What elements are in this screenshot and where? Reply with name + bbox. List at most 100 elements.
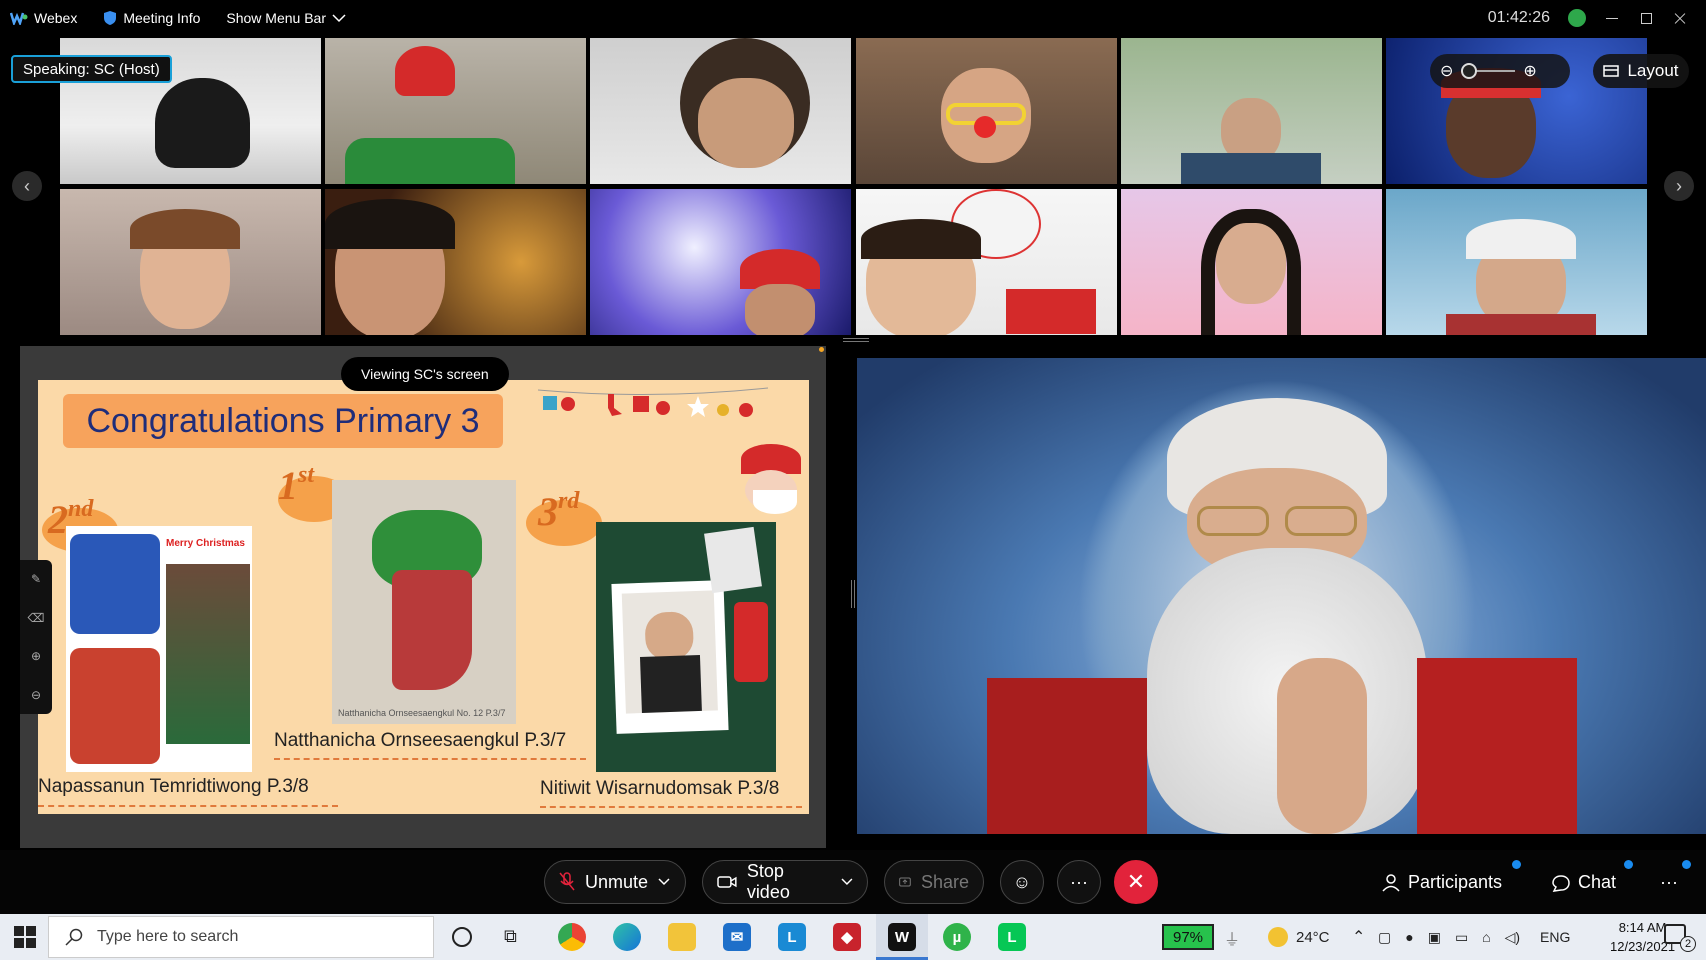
participant-video[interactable]: [590, 189, 851, 335]
language-indicator[interactable]: ENG: [1540, 914, 1570, 960]
device-icon[interactable]: ▢: [1378, 929, 1391, 946]
meeting-info-button[interactable]: Meeting Info: [103, 10, 200, 26]
zoom-out-icon[interactable]: ⊖: [31, 688, 41, 702]
participant-video[interactable]: [1121, 189, 1382, 335]
zoom-in-icon[interactable]: ⊕: [31, 649, 41, 663]
edge-icon[interactable]: [613, 923, 641, 951]
chat-button[interactable]: Chat: [1552, 872, 1616, 893]
pen-icon[interactable]: ✎: [31, 572, 41, 586]
resize-handle-vertical[interactable]: [851, 580, 855, 608]
file-explorer-icon[interactable]: [668, 923, 696, 951]
merry-text-backdrop: [1006, 289, 1096, 334]
volume-icon[interactable]: ◁): [1505, 929, 1520, 946]
webex-app-menu[interactable]: Webex: [10, 10, 77, 26]
stocking-red: [70, 648, 160, 764]
display-icon[interactable]: ▣: [1428, 929, 1441, 946]
battery-indicator[interactable]: 97%: [1162, 924, 1214, 950]
task-view-icon[interactable]: ⧉: [504, 926, 517, 947]
notification-count: 2: [1680, 936, 1696, 952]
close-icon: ✕: [1126, 869, 1146, 894]
chevron-up-icon[interactable]: ⌃: [1352, 914, 1365, 960]
taskbar-search-box[interactable]: Type here to search: [48, 916, 434, 958]
layout-button[interactable]: Layout: [1593, 54, 1689, 88]
system-tray-icons: ▢ ● ▣ ▭ ⌂ ◁): [1378, 914, 1520, 960]
zoom-out-icon[interactable]: ⊖: [1440, 61, 1453, 81]
participant-video[interactable]: [325, 189, 586, 335]
show-menu-bar-button[interactable]: Show Menu Bar: [226, 10, 346, 26]
name-underline: [540, 806, 802, 808]
smiley-icon: ☺: [1012, 871, 1032, 892]
network-health-icon[interactable]: [1568, 9, 1586, 27]
webex-icon[interactable]: W: [888, 923, 916, 951]
ellipsis-icon: ···: [1660, 872, 1678, 892]
app-name: Webex: [34, 10, 78, 26]
layout-icon: [1603, 65, 1620, 77]
participant-video[interactable]: [590, 38, 851, 184]
more-panels-button[interactable]: ···: [1660, 872, 1678, 893]
main-video[interactable]: [857, 358, 1706, 834]
weather-temp[interactable]: 24°C: [1296, 914, 1330, 960]
chat-bubble-icon: [1552, 874, 1570, 892]
battery-icon[interactable]: ▭: [1455, 929, 1468, 946]
third-place-label: 3rd: [538, 488, 579, 535]
windows-start-icon[interactable]: [14, 926, 36, 948]
windows-taskbar: Type here to search ⧉ ✉ L ◆ W µ L 97% ⏚ …: [0, 914, 1706, 960]
chevron-down-icon[interactable]: [658, 878, 670, 886]
winter-hat: [1466, 219, 1576, 259]
share-screen-icon: [899, 877, 911, 887]
video-camera-icon: [717, 876, 737, 888]
share-indicator-dot: [819, 347, 824, 352]
minimize-button[interactable]: [1604, 10, 1620, 26]
eraser-icon[interactable]: ⌫: [28, 611, 45, 625]
participant-hair: [325, 199, 455, 249]
network-icon[interactable]: ⌂: [1482, 929, 1490, 945]
stocking-red: [734, 602, 768, 682]
webex-logo-icon: [10, 12, 28, 25]
reactions-button[interactable]: ☺: [1000, 860, 1044, 904]
layout-label: Layout: [1627, 61, 1679, 80]
stocking-body: [392, 570, 472, 690]
chevron-down-icon[interactable]: [841, 878, 853, 886]
share-button[interactable]: Share: [884, 860, 984, 904]
utorrent-icon[interactable]: µ: [943, 923, 971, 951]
participant-video[interactable]: [1121, 38, 1382, 184]
restore-button[interactable]: [1638, 10, 1654, 26]
thumbnail-size-slider[interactable]: [1461, 63, 1516, 79]
red-nose: [974, 116, 996, 138]
participant-video[interactable]: [856, 38, 1117, 184]
participant-video[interactable]: [1386, 189, 1647, 335]
participants-label: Participants: [1408, 872, 1503, 892]
thumbnail-size-control: ⊖ ⊕: [1430, 54, 1570, 88]
chrome-icon[interactable]: [558, 923, 586, 951]
third-place-photo: [596, 522, 776, 772]
glasses-right: [1285, 506, 1357, 536]
more-options-button[interactable]: ···: [1057, 860, 1101, 904]
cortana-icon[interactable]: [452, 927, 472, 947]
microphone-icon[interactable]: ●: [1405, 929, 1413, 945]
title-bar: Webex Meeting Info Show Menu Bar 01:42:2…: [0, 0, 1706, 36]
security-app-icon[interactable]: ◆: [833, 923, 861, 951]
participant-video[interactable]: [856, 189, 1117, 335]
zoom-in-icon[interactable]: ⊕: [1523, 61, 1536, 81]
participant-video[interactable]: [325, 38, 586, 184]
line-icon[interactable]: L: [998, 923, 1026, 951]
stop-video-button[interactable]: Stop video: [702, 860, 868, 904]
chevron-left-icon[interactable]: ‹: [12, 171, 42, 201]
resize-handle-horizontal[interactable]: [843, 338, 869, 342]
viewing-share-label: Viewing SC's screen: [341, 357, 509, 391]
weather-sun-icon[interactable]: [1268, 927, 1288, 947]
name-underline: [274, 758, 586, 760]
santa-suit: [987, 678, 1147, 834]
app-l-icon[interactable]: L: [778, 923, 806, 951]
unmute-button[interactable]: Unmute: [544, 860, 686, 904]
unmute-label: Unmute: [585, 871, 649, 892]
slider-knob[interactable]: [1461, 63, 1478, 79]
participants-button[interactable]: Participants: [1382, 872, 1502, 893]
mail-icon[interactable]: ✉: [723, 923, 751, 951]
participant-video[interactable]: [60, 189, 321, 335]
show-menu-bar-label: Show Menu Bar: [226, 10, 326, 26]
chevron-right-icon[interactable]: ›: [1664, 171, 1694, 201]
close-window-button[interactable]: [1672, 10, 1688, 26]
place-number: 1: [278, 463, 298, 508]
leave-meeting-button[interactable]: ✕: [1114, 860, 1158, 904]
